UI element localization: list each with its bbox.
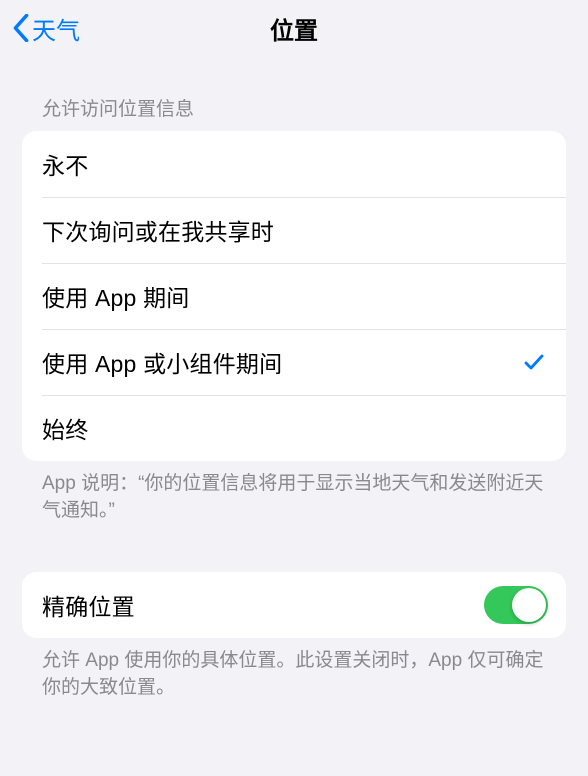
precise-location-section: 精确位置 允许 App 使用你的具体位置。此设置关闭时，App 仅可确定你的大致…	[0, 572, 588, 701]
precise-location-row: 精确位置	[22, 572, 566, 638]
page-title: 位置	[270, 11, 318, 46]
option-label: 下次询问或在我共享时	[42, 213, 274, 247]
navigation-bar: 天气 位置	[0, 0, 588, 56]
location-access-section: 允许访问位置信息 永不 下次询问或在我共享时 使用 App 期间 使用 App …	[0, 94, 588, 524]
precise-location-label: 精确位置	[42, 588, 135, 622]
section-footer: 允许 App 使用你的具体位置。此设置关闭时，App 仅可确定你的大致位置。	[22, 638, 566, 701]
option-while-using-app[interactable]: 使用 App 期间	[22, 263, 566, 329]
option-never[interactable]: 永不	[22, 131, 566, 197]
option-label: 使用 App 期间	[42, 279, 190, 313]
checkmark-icon	[522, 350, 546, 374]
option-label: 永不	[42, 147, 88, 181]
section-header: 允许访问位置信息	[22, 94, 566, 131]
section-footer: App 说明：“你的位置信息将用于显示当地天气和发送附近天气通知。”	[22, 461, 566, 524]
option-while-using-app-or-widgets[interactable]: 使用 App 或小组件期间	[22, 329, 566, 395]
switch-knob	[512, 588, 546, 622]
option-label: 使用 App 或小组件期间	[42, 345, 282, 379]
option-ask-next-time[interactable]: 下次询问或在我共享时	[22, 197, 566, 263]
back-label: 天气	[32, 11, 80, 46]
location-options-list: 永不 下次询问或在我共享时 使用 App 期间 使用 App 或小组件期间 始终	[22, 131, 566, 461]
chevron-left-icon	[12, 14, 30, 42]
option-label: 始终	[42, 411, 88, 445]
option-always[interactable]: 始终	[22, 395, 566, 461]
back-button[interactable]: 天气	[8, 9, 84, 48]
precise-location-toggle[interactable]	[484, 586, 548, 624]
